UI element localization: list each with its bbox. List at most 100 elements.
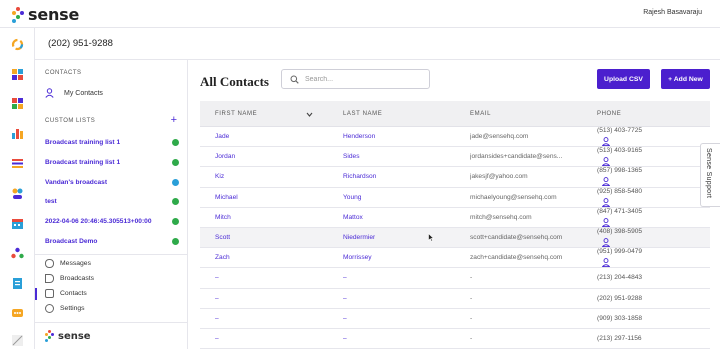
column-header-first-name[interactable]: FIRST NAME bbox=[215, 111, 257, 117]
person-icon[interactable] bbox=[602, 137, 610, 146]
phone-cell: (857) 998-1365 bbox=[597, 167, 643, 175]
person-icon[interactable] bbox=[602, 157, 610, 167]
puzzle-icon[interactable] bbox=[11, 97, 24, 110]
table-row[interactable]: Jade Henderson jade@sensehq.com (513) 40… bbox=[200, 127, 710, 148]
bar-chart-icon[interactable] bbox=[11, 127, 24, 140]
status-dot-icon bbox=[172, 217, 179, 225]
first-name-cell[interactable]: Michael bbox=[215, 194, 238, 201]
calendar-icon[interactable] bbox=[11, 217, 24, 230]
gear-icon bbox=[45, 304, 54, 313]
user-name[interactable]: Rajesh Basavaraju bbox=[643, 9, 702, 16]
chevron-down-icon[interactable] bbox=[306, 112, 313, 117]
logo-dots-icon bbox=[45, 330, 54, 342]
add-new-button[interactable]: + Add New bbox=[661, 69, 710, 89]
email-cell: michaelyoung@sensehq.com bbox=[470, 193, 557, 201]
table-row[interactable]: Mitch Mattox mitch@sensehq.com (847) 471… bbox=[200, 208, 710, 228]
message-icon bbox=[45, 259, 54, 268]
email-cell: - bbox=[470, 334, 473, 342]
table-row[interactable]: Kiz Richardson jakesjf@yahoo.com (857) 9… bbox=[200, 167, 710, 188]
nav-item-settings[interactable]: Settings bbox=[45, 304, 85, 313]
table-row[interactable]: Scott Niedermier scott+candidate@sensehq… bbox=[200, 227, 710, 249]
contacts-section-label: CONTACTS bbox=[45, 70, 82, 76]
last-name-cell[interactable]: Richardson bbox=[343, 173, 376, 180]
phone-cell: (925) 858-5480 bbox=[597, 187, 643, 195]
last-name-cell[interactable]: – bbox=[343, 295, 347, 302]
nav-item-contacts[interactable]: Contacts bbox=[45, 289, 87, 298]
status-dot-icon bbox=[172, 178, 179, 186]
phone-cell: (213) 297-1156 bbox=[597, 334, 642, 342]
chat-icon[interactable] bbox=[11, 307, 24, 320]
search-input[interactable] bbox=[305, 75, 425, 83]
table-row[interactable]: Zach Morrissey zach+candidate@sensehq.co… bbox=[200, 248, 710, 269]
table-row[interactable]: – – - (213) 297-1156 bbox=[200, 329, 710, 349]
last-name-cell[interactable]: Sides bbox=[343, 153, 360, 160]
document-icon[interactable] bbox=[11, 277, 24, 290]
custom-lists-label: CUSTOM LISTS bbox=[45, 118, 96, 124]
first-name-cell[interactable]: Jordan bbox=[215, 153, 235, 160]
sense-logo[interactable]: sense bbox=[12, 5, 79, 24]
table-row[interactable]: – – - (202) 951-9288 bbox=[200, 289, 710, 309]
last-name-cell[interactable]: Henderson bbox=[343, 133, 375, 140]
upload-csv-button[interactable]: Upload CSV bbox=[597, 69, 650, 89]
person-icon[interactable] bbox=[602, 258, 610, 268]
first-name-cell[interactable]: Scott bbox=[215, 234, 230, 241]
contacts-sidebar: CONTACTS My Contacts CUSTOM LISTS + Broa… bbox=[35, 60, 188, 349]
first-name-cell[interactable]: Kiz bbox=[215, 173, 224, 180]
email-cell: - bbox=[470, 314, 473, 322]
person-icon[interactable] bbox=[602, 238, 610, 247]
people-network-icon[interactable] bbox=[11, 247, 24, 260]
first-name-cell[interactable]: Zach bbox=[215, 254, 230, 261]
first-name-cell[interactable]: – bbox=[215, 295, 219, 302]
first-name-cell[interactable]: Mitch bbox=[215, 214, 231, 221]
column-header-email[interactable]: EMAIL bbox=[470, 111, 491, 117]
first-name-cell[interactable]: – bbox=[215, 274, 219, 281]
team-icon[interactable] bbox=[11, 187, 24, 200]
list-icon[interactable] bbox=[11, 157, 24, 170]
custom-list-item[interactable]: Broadcast Demo bbox=[45, 235, 179, 247]
sense-support-tab[interactable]: Sense Support bbox=[700, 143, 720, 207]
nav-item-label: Settings bbox=[60, 305, 85, 312]
nav-item-broadcasts[interactable]: Broadcasts bbox=[45, 274, 94, 283]
custom-list-item[interactable]: Vandan's broadcast bbox=[45, 176, 179, 188]
custom-list-item[interactable]: Broadcast training list 1 bbox=[45, 156, 179, 168]
table-row[interactable]: Jordan Sides jordansides+candidate@sens.… bbox=[200, 147, 710, 168]
status-dot-icon bbox=[172, 237, 179, 245]
last-name-cell[interactable]: Young bbox=[343, 194, 361, 201]
apps-grid-icon[interactable] bbox=[11, 68, 24, 81]
last-name-cell[interactable]: – bbox=[343, 335, 347, 342]
nav-item-messages[interactable]: Messages bbox=[45, 259, 91, 268]
add-list-button[interactable]: + bbox=[171, 115, 177, 126]
my-contacts-link[interactable]: My Contacts bbox=[45, 88, 103, 98]
phone-cell: (513) 403-9165 bbox=[597, 147, 643, 155]
custom-list-item[interactable]: 2022-04-06 20:46:45.305513+00:00 bbox=[45, 215, 179, 227]
table-row[interactable]: – – - (909) 303-1858 bbox=[200, 309, 710, 329]
table-row[interactable]: – – - (213) 204-4843 bbox=[200, 268, 710, 289]
first-name-cell[interactable]: – bbox=[215, 315, 219, 322]
person-icon[interactable] bbox=[602, 197, 610, 207]
last-name-cell[interactable]: – bbox=[343, 274, 347, 281]
loading-ring-icon[interactable] bbox=[11, 38, 24, 51]
first-name-cell[interactable]: Jade bbox=[215, 133, 229, 140]
search-box[interactable] bbox=[281, 69, 430, 89]
phone-number-title: (202) 951-9288 bbox=[48, 38, 113, 49]
last-name-cell[interactable]: Niedermier bbox=[343, 234, 375, 241]
top-bar: sense Rajesh Basavaraju bbox=[0, 0, 720, 28]
person-icon[interactable] bbox=[602, 177, 610, 187]
column-header-phone[interactable]: PHONE bbox=[597, 111, 621, 117]
last-name-cell[interactable]: Morrissey bbox=[343, 254, 372, 261]
first-name-cell[interactable]: – bbox=[215, 335, 219, 342]
footer-logo: sense bbox=[45, 330, 91, 342]
email-cell: mitch@sensehq.com bbox=[470, 213, 532, 221]
phone-cell: (213) 204-4843 bbox=[597, 274, 643, 282]
column-header-last-name[interactable]: LAST NAME bbox=[343, 111, 382, 117]
mouse-cursor-icon bbox=[428, 233, 434, 242]
person-icon[interactable] bbox=[602, 217, 610, 227]
custom-list-item[interactable]: Broadcast training list 1 bbox=[45, 136, 179, 148]
table-row[interactable]: Michael Young michaelyoung@sensehq.com (… bbox=[200, 188, 710, 208]
phone-cell: (909) 303-1858 bbox=[597, 314, 643, 322]
support-label: Sense Support bbox=[705, 148, 712, 199]
more-icon[interactable] bbox=[11, 334, 24, 347]
last-name-cell[interactable]: – bbox=[343, 315, 347, 322]
custom-list-item[interactable]: test bbox=[45, 195, 179, 207]
last-name-cell[interactable]: Mattox bbox=[343, 214, 363, 221]
